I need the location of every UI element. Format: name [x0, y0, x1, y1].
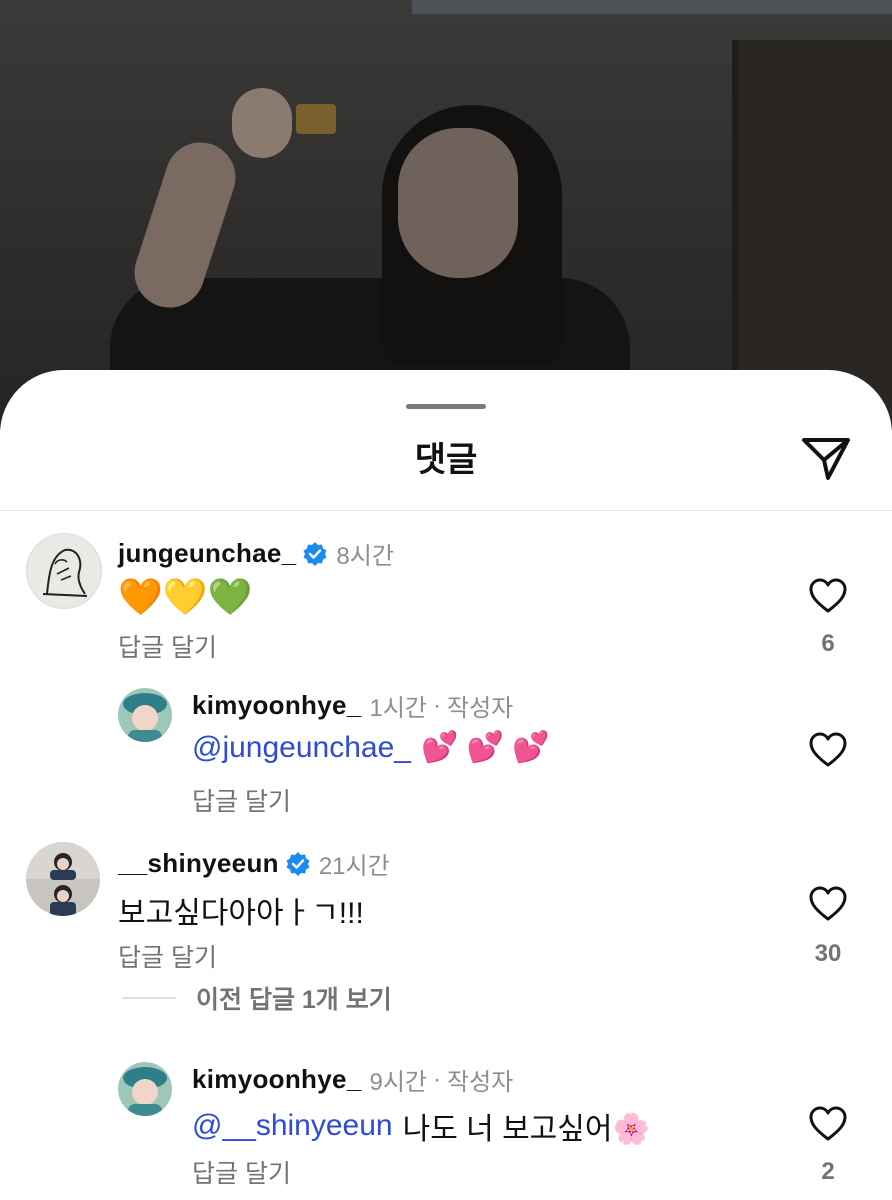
comments-sheet: 댓글 jungeunchae_ 8시간 🧡💛💚 답글 달기 6 kimyoonh…	[0, 370, 892, 1200]
comment-username[interactable]: __shinyeeun	[118, 848, 279, 879]
reply-button[interactable]: 답글 달기	[118, 628, 217, 664]
comment-text: 나도 너 보고싶어🌸	[402, 1113, 650, 1146]
comment-username[interactable]: kimyoonhye_	[192, 690, 361, 721]
comment-time: 21시간	[318, 853, 390, 880]
reply-button[interactable]: 답글 달기	[192, 782, 291, 818]
like-count: 6	[821, 630, 835, 657]
comment-text: 🧡💛💚	[118, 576, 253, 617]
post-photo	[0, 0, 892, 430]
sheet-title: 댓글	[414, 441, 478, 479]
mention-link[interactable]: @jungeunchae_	[192, 731, 411, 765]
verified-badge-icon	[303, 541, 327, 566]
comment-text: 💕 💕 💕	[420, 731, 550, 764]
avatar[interactable]	[118, 1062, 172, 1116]
avatar[interactable]	[26, 842, 100, 916]
send-icon	[802, 438, 850, 480]
avatar[interactable]	[26, 533, 102, 609]
like-button[interactable]	[808, 1104, 848, 1144]
meta-separator: ·	[433, 1065, 441, 1093]
heart-icon	[809, 732, 847, 767]
like-button[interactable]	[808, 730, 848, 770]
mention-link[interactable]: @__shinyeeun	[192, 1109, 393, 1143]
like-count: 2	[821, 1158, 835, 1185]
comment-time: 1시간	[369, 695, 427, 722]
avatar[interactable]	[118, 688, 172, 742]
comment-username[interactable]: kimyoonhye_	[192, 1064, 361, 1095]
author-label: 작성자	[447, 695, 514, 722]
verified-badge-icon	[286, 851, 310, 876]
heart-icon	[809, 1106, 847, 1141]
like-button[interactable]	[808, 576, 848, 616]
like-count: 30	[814, 940, 842, 967]
view-previous-label: 이전 답글 1개 보기	[196, 986, 392, 1014]
reply-button[interactable]: 답글 달기	[192, 1154, 291, 1190]
sheet-grabber[interactable]	[406, 404, 486, 409]
heart-icon	[809, 886, 847, 921]
reply-button[interactable]: 답글 달기	[118, 938, 217, 974]
author-label: 작성자	[447, 1069, 514, 1096]
thread-line	[122, 997, 176, 999]
view-previous-replies[interactable]: 이전 답글 1개 보기	[122, 980, 392, 1016]
send-button[interactable]	[798, 432, 858, 486]
meta-separator: ·	[433, 691, 441, 719]
comment-time: 9시간	[369, 1069, 427, 1096]
header-divider	[0, 510, 892, 511]
like-button[interactable]	[808, 884, 848, 924]
comment-time: 8시간	[336, 543, 394, 570]
comment-username[interactable]: jungeunchae_	[118, 538, 296, 569]
comment-text: 보고싶다아아ㅏㄱ!!!	[118, 897, 364, 930]
heart-icon	[809, 578, 847, 613]
